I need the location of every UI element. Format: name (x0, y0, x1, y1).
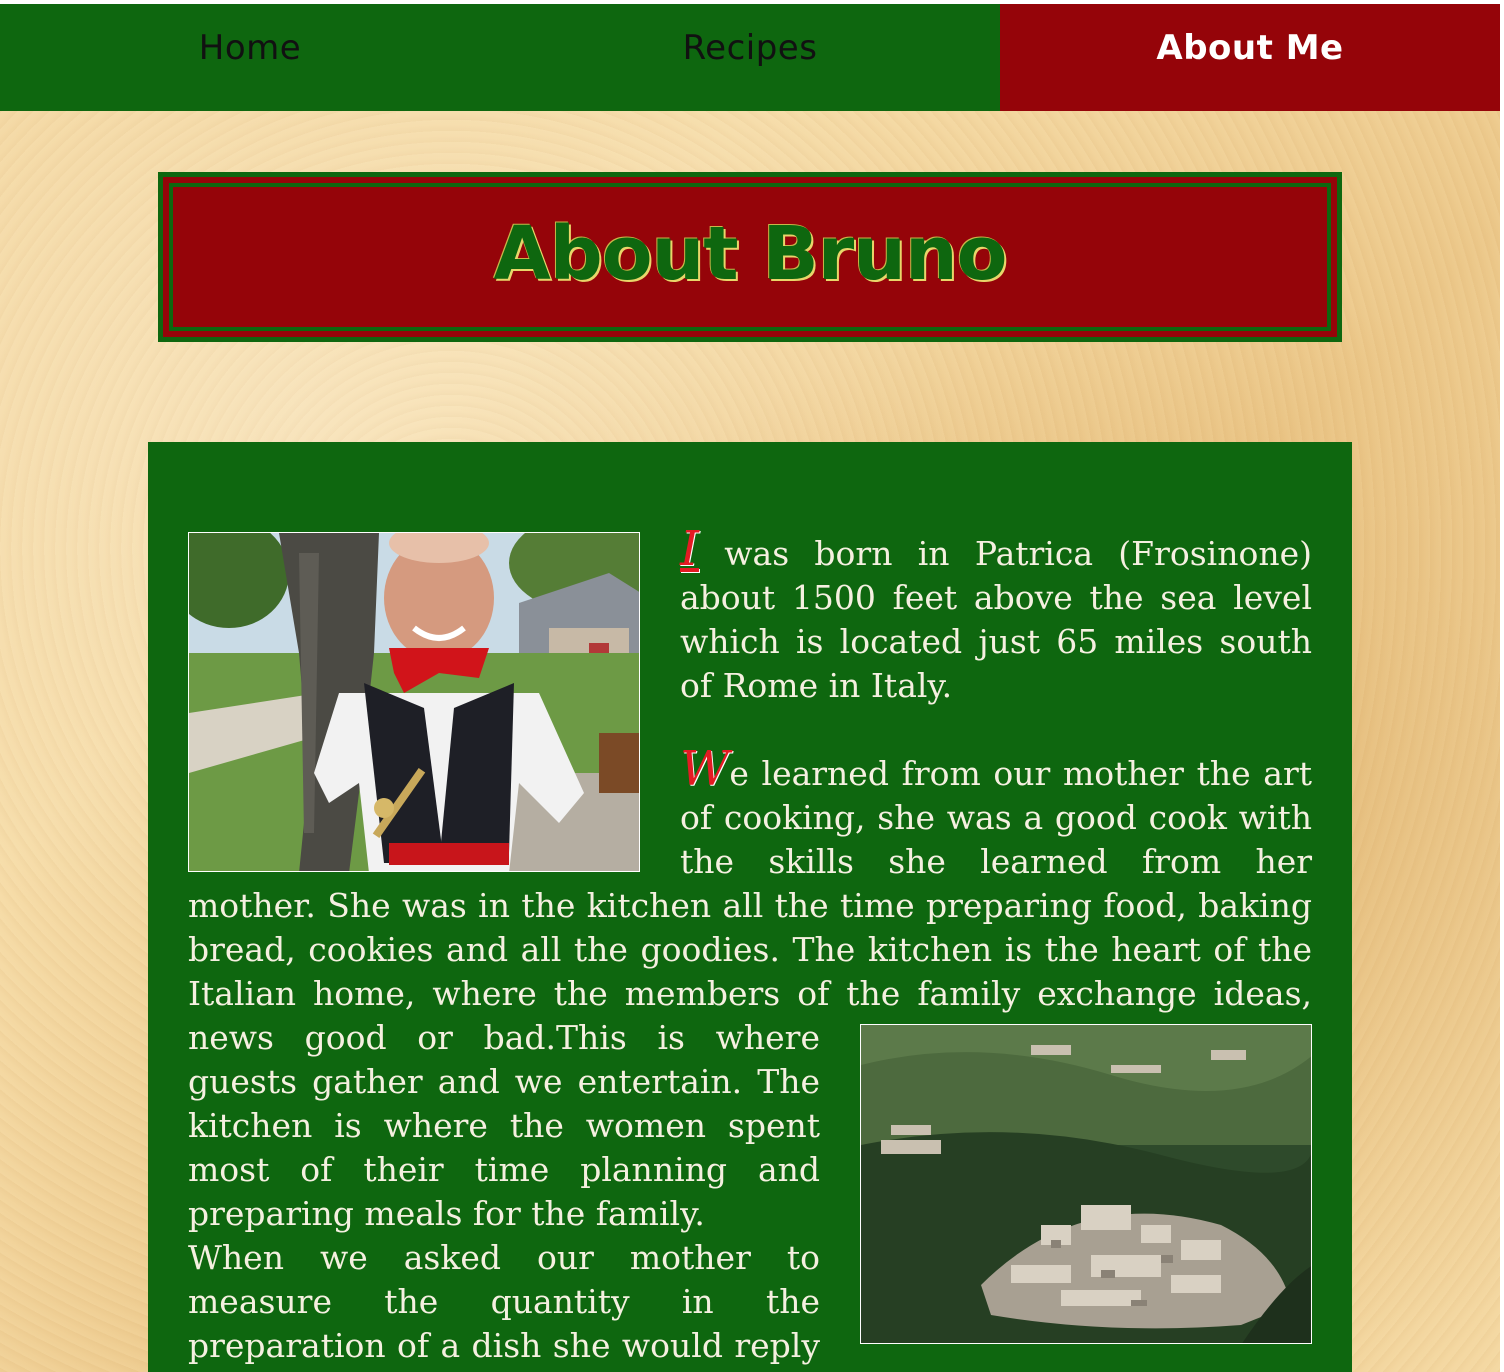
nav-recipes[interactable]: Recipes (500, 4, 1000, 111)
nav-home-label: Home (198, 27, 302, 68)
nav-home[interactable]: Home (0, 4, 500, 111)
about-text-column: I was born in Patrica (Frosinone) about … (188, 525, 1312, 1372)
nav-recipes-label: Recipes (682, 27, 818, 68)
kitchen-dropcap: W (680, 741, 730, 797)
window-right-edge (1500, 0, 1504, 1372)
nav-about-me-label: About Me (1156, 27, 1344, 68)
intro-text: was born in Patrica (Frosinone) about 15… (680, 534, 1312, 705)
intro-dropcap: I (680, 521, 699, 577)
village-photo (860, 1024, 1312, 1344)
portrait-photo (188, 532, 640, 872)
about-content-panel: I was born in Patrica (Frosinone) about … (148, 442, 1352, 1372)
main-nav: Home Recipes About Me (0, 4, 1500, 111)
page-title-inner-frame: About Bruno (169, 183, 1331, 331)
page-title-banner: About Bruno (158, 172, 1342, 342)
nav-about-me[interactable]: About Me (1000, 4, 1500, 111)
page-title: About Bruno (493, 211, 1008, 297)
